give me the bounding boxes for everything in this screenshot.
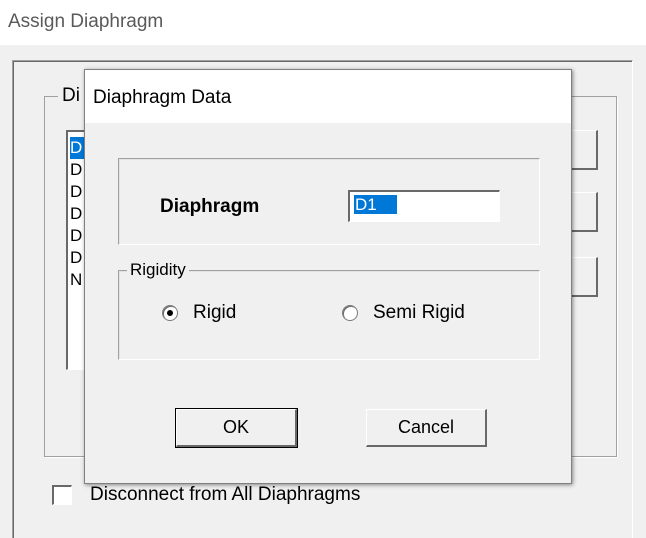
rigidity-groupbox (118, 270, 540, 360)
diaphragm-input-value: D1 (354, 195, 397, 214)
diaphragm-input[interactable]: D1 (348, 190, 500, 222)
rigidity-label: Rigidity (127, 259, 189, 281)
semi-rigid-radio[interactable] (342, 305, 358, 321)
rigid-radio[interactable] (162, 305, 178, 321)
disconnect-label: Disconnect from All Diaphragms (90, 484, 361, 505)
dialog-title: Diaphragm Data (93, 87, 232, 108)
semi-rigid-label[interactable]: Semi Rigid (373, 302, 465, 324)
diaphragm-label: Diaphragm (160, 196, 260, 217)
disconnect-checkbox[interactable] (52, 485, 72, 505)
ok-button[interactable]: OK (175, 408, 298, 448)
window-title: Assign Diaphragm (8, 11, 164, 32)
diaphragm-group-label: Di (58, 85, 84, 107)
cancel-button[interactable]: Cancel (366, 409, 487, 447)
rigid-label[interactable]: Rigid (193, 302, 236, 324)
radio-selected-dot (167, 310, 173, 316)
